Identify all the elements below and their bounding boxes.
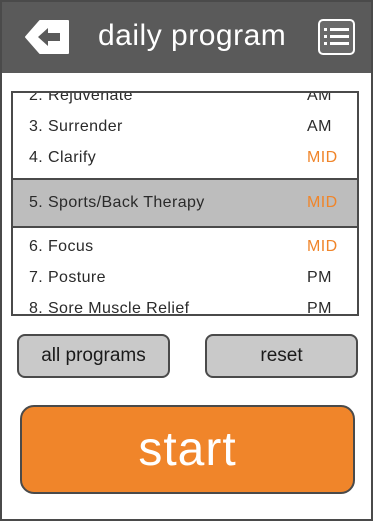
list-item[interactable]: 6. Focus MID (13, 232, 357, 263)
program-slot: MID (307, 238, 338, 255)
program-name: 2. Rejuvenate (29, 91, 133, 104)
program-list-scroll: 2. Rejuvenate AM 3. Surrender AM 4. Clar… (13, 91, 357, 316)
program-name: 4. Clarify (29, 149, 97, 166)
program-name: 6. Focus (29, 238, 94, 255)
list-menu-icon (324, 28, 349, 45)
app-frame: daily program 2. Rejuvenate AM 3. Surren… (0, 0, 373, 521)
program-name: 3. Surrender (29, 118, 123, 135)
list-item[interactable]: 4. Clarify MID (13, 143, 357, 174)
list-item[interactable]: 7. Posture PM (13, 263, 357, 294)
page-title: daily program (98, 19, 287, 52)
program-slot: AM (307, 118, 332, 135)
start-button[interactable]: start (20, 405, 355, 494)
program-name: 7. Posture (29, 269, 106, 286)
header-bar: daily program (2, 2, 371, 73)
program-slot: PM (307, 300, 332, 316)
program-slot: MID (307, 194, 338, 211)
list-item[interactable]: 8. Sore Muscle Relief PM (13, 294, 357, 316)
program-slot: MID (307, 149, 338, 166)
list-item[interactable]: 2. Rejuvenate AM (13, 91, 357, 112)
program-list[interactable]: 2. Rejuvenate AM 3. Surrender AM 4. Clar… (11, 91, 359, 316)
back-button[interactable] (24, 18, 70, 56)
all-programs-button[interactable]: all programs (17, 334, 170, 378)
list-item[interactable]: 3. Surrender AM (13, 112, 357, 143)
reset-button[interactable]: reset (205, 334, 358, 378)
menu-button[interactable] (318, 19, 355, 55)
program-slot: PM (307, 269, 332, 286)
program-name: 5. Sports/Back Therapy (29, 194, 205, 211)
program-slot: AM (307, 91, 332, 104)
program-name: 8. Sore Muscle Relief (29, 300, 190, 316)
back-arrow-icon (25, 20, 69, 54)
list-item-selected[interactable]: 5. Sports/Back Therapy MID (13, 178, 357, 228)
